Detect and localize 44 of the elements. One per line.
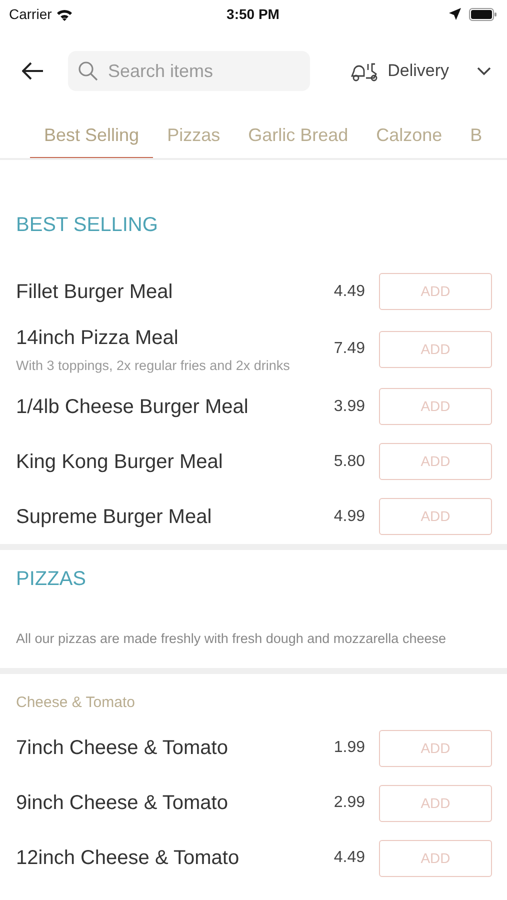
item-name: 12inch Cheese & Tomato	[16, 846, 240, 871]
add-button[interactable]: ADD	[379, 330, 492, 368]
category-tab[interactable]: Pizzas	[153, 114, 234, 158]
chevron-down-icon	[477, 66, 491, 76]
category-tab[interactable]: Garlic Bread	[234, 114, 362, 158]
status-time: 3:50 PM	[226, 4, 280, 24]
item-name: Supreme Burger Meal	[16, 504, 213, 530]
back-arrow-icon[interactable]	[22, 62, 44, 80]
section-heading: BEST SELLING	[15, 213, 159, 238]
item-name: 7inch Cheese & Tomato	[16, 736, 229, 761]
search-field[interactable]: Search items	[68, 51, 310, 91]
item-price: 7.49	[332, 339, 365, 359]
item-price: 3.99	[332, 396, 365, 416]
add-button[interactable]: ADD	[379, 388, 492, 425]
add-button[interactable]: ADD	[379, 840, 492, 876]
category-tab[interactable]: B	[456, 114, 496, 158]
item-name: 9inch Cheese & Tomato	[16, 791, 229, 816]
section-description: All our pizzas are made freshly with fresh dough and mozzarella cheese	[15, 630, 447, 648]
group-heading: Cheese & Tomato	[15, 693, 136, 713]
search-icon	[78, 61, 98, 81]
category-tab[interactable]: Calzone	[362, 114, 456, 158]
carrier-name: Carrier	[9, 4, 52, 24]
add-button[interactable]: ADD	[379, 730, 492, 766]
item-price: 4.49	[332, 282, 365, 302]
add-button[interactable]: ADD	[379, 784, 492, 822]
section-heading: PIZZAS	[15, 567, 88, 592]
item-name: 1/4lb Cheese Burger Meal	[16, 394, 250, 420]
location-arrow-icon	[449, 8, 462, 20]
category-tab[interactable]: Best Selling	[30, 114, 154, 158]
battery-icon	[469, 8, 498, 20]
item-name: Fillet Burger Meal	[16, 280, 174, 304]
item-price: 4.49	[332, 848, 365, 868]
item-price: 2.99	[332, 793, 365, 813]
add-button[interactable]: ADD	[379, 498, 492, 535]
delivery-dropdown[interactable]: Delivery	[350, 58, 491, 84]
item-description: With 3 toppings, 2x regular fries and 2x drinks	[16, 357, 291, 375]
wifi-icon	[56, 8, 73, 20]
add-button[interactable]: ADD	[379, 273, 492, 310]
item-price: 4.99	[332, 506, 365, 526]
item-name: 14inch Pizza Meal	[16, 326, 180, 351]
item-price: 1.99	[332, 738, 365, 758]
item-name: King Kong Burger Meal	[16, 450, 224, 474]
add-button[interactable]: ADD	[379, 443, 492, 480]
item-price: 5.80	[332, 452, 365, 472]
